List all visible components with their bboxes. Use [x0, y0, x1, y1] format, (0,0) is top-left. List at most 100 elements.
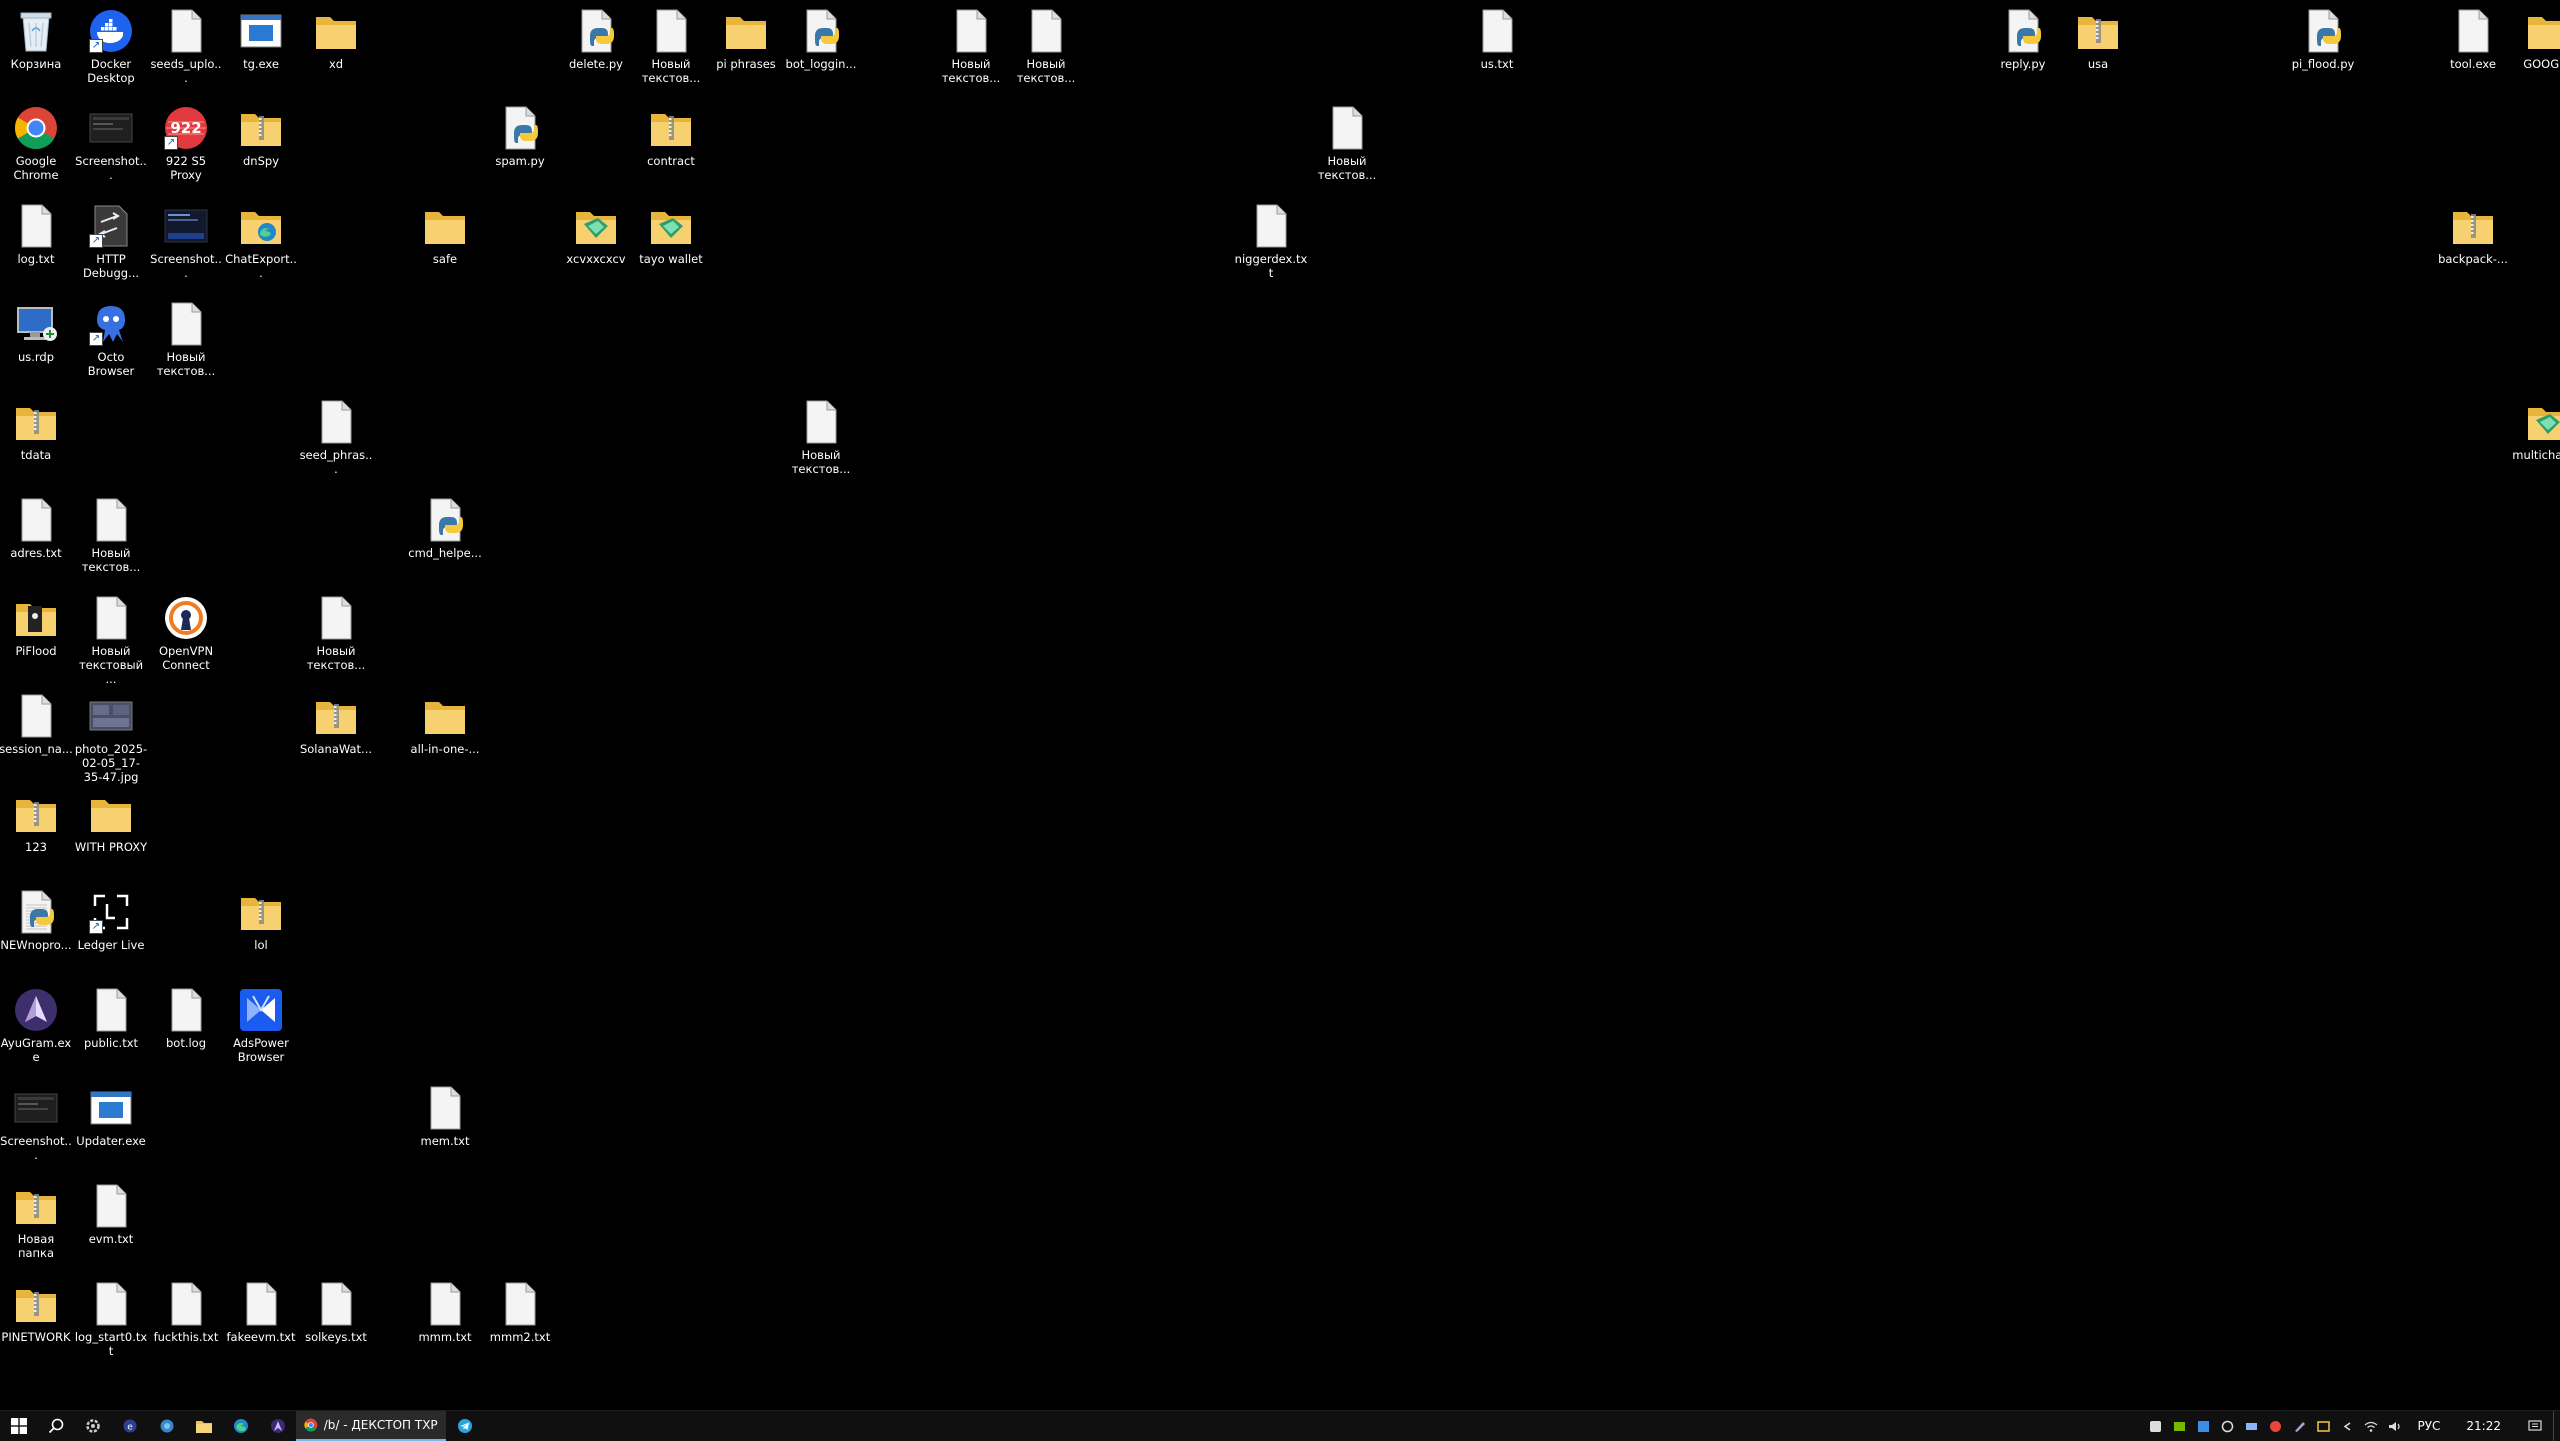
app2-icon[interactable] — [148, 1411, 185, 1441]
desktop-icon[interactable]: fakeevm.txt — [224, 1280, 298, 1344]
headset-icon[interactable] — [2215, 1411, 2239, 1441]
desktop-icon[interactable]: seeds_uplo... — [149, 7, 223, 85]
edge-icon[interactable] — [222, 1411, 259, 1441]
desktop-icon[interactable]: log_start0.txt — [74, 1280, 148, 1358]
desktop-icon[interactable]: ↗ Docker Desktop — [74, 7, 148, 85]
app3-icon[interactable] — [259, 1411, 296, 1441]
volume-icon[interactable] — [2383, 1411, 2407, 1441]
desktop-icon[interactable]: dnSpy — [224, 104, 298, 168]
desktop-icon[interactable]: cmd_helpe... — [408, 496, 482, 560]
desktop-icon[interactable]: solkeys.txt — [299, 1280, 373, 1344]
desktop-icon[interactable]: Новый текстов... — [784, 398, 858, 476]
folder-icon — [2524, 398, 2560, 446]
desktop-icon[interactable]: PiFlood — [0, 594, 73, 658]
desktop-icon[interactable]: GOOGLE — [2511, 7, 2560, 71]
svg-text:922: 922 — [170, 119, 201, 137]
desktop-icon[interactable]: us.txt — [1460, 7, 1534, 71]
settings-icon[interactable] — [74, 1411, 111, 1441]
red-app-icon[interactable] — [2263, 1411, 2287, 1441]
desktop-icon[interactable]: Google Chrome — [0, 104, 73, 182]
desktop-icon[interactable]: mmm.txt — [408, 1280, 482, 1344]
desktop-icon[interactable]: seed_phras... — [299, 398, 373, 476]
desktop-icon[interactable]: Новый текстов... — [1009, 7, 1083, 85]
desktop-icon[interactable]: us.rdp — [0, 300, 73, 364]
desktop-icon[interactable]: ↗ Ledger Live — [74, 888, 148, 952]
desktop-icon[interactable]: safe — [408, 202, 482, 266]
desktop-icon[interactable]: all-in-one-... — [408, 692, 482, 756]
desktop-icon[interactable]: Новый текстов... — [299, 594, 373, 672]
desktop-icon[interactable]: lol — [224, 888, 298, 952]
security-icon[interactable] — [2191, 1411, 2215, 1441]
desktop-icon[interactable]: AyuGram.exe — [0, 986, 73, 1064]
desktop-icon[interactable]: evm.txt — [74, 1182, 148, 1246]
desktop-icon[interactable]: Updater.exe — [74, 1084, 148, 1148]
desktop-icon[interactable]: 123 — [0, 790, 73, 854]
keyboard-language[interactable]: РУС — [2407, 1419, 2450, 1433]
desktop-icon[interactable]: tdata — [0, 398, 73, 462]
wifi-icon[interactable] — [2359, 1411, 2383, 1441]
wallet-tray-icon[interactable] — [2311, 1411, 2335, 1441]
desktop-icon[interactable]: Новый текстов... — [934, 7, 1008, 85]
desktop-icon[interactable]: PINETWORK — [0, 1280, 73, 1344]
desktop-icon[interactable]: adres.txt — [0, 496, 73, 560]
file-explorer-icon[interactable] — [185, 1411, 222, 1441]
desktop-icon[interactable]: backpack-... — [2436, 202, 2510, 266]
desktop-icon[interactable]: bot.log — [149, 986, 223, 1050]
desktop-icon[interactable]: tayo wallet — [634, 202, 708, 266]
desktop-icon[interactable]: Screenshot... — [74, 104, 148, 182]
pen-icon[interactable] — [2287, 1411, 2311, 1441]
desktop-icon[interactable]: Корзина — [0, 7, 73, 71]
desktop-icon[interactable]: SolanaWat... — [299, 692, 373, 756]
desktop-icon[interactable]: Новый текстов... — [74, 496, 148, 574]
desktop-icon[interactable]: photo_2025-02-05_17-35-47.jpg — [74, 692, 148, 784]
taskbar-chrome-window[interactable]: /b/ - ДЕКСТОП ТХРЕ... — [296, 1411, 446, 1441]
desktop-icon[interactable]: 922 ↗ 922 S5 Proxy — [149, 104, 223, 182]
desktop-icon[interactable]: Новая папка — [0, 1182, 73, 1260]
desktop-icon[interactable]: xd — [299, 7, 373, 71]
desktop-icon[interactable]: contract — [634, 104, 708, 168]
app-icon[interactable]: e — [111, 1411, 148, 1441]
desktop-icon-label: AyuGram.exe — [0, 1036, 72, 1064]
clock[interactable]: 21:22 — [2450, 1419, 2517, 1433]
telegram-icon[interactable] — [446, 1411, 483, 1441]
desktop-icon[interactable]: pi_flood.py — [2286, 7, 2360, 71]
desktop-icon[interactable]: multichain... — [2511, 398, 2560, 462]
nvidia-icon[interactable] — [2167, 1411, 2191, 1441]
desktop-icon[interactable]: reply.py — [1986, 7, 2060, 71]
notifications-icon[interactable] — [2517, 1411, 2553, 1441]
tray-app-icon[interactable] — [2143, 1411, 2167, 1441]
desktop-icon[interactable]: bot_loggin... — [784, 7, 858, 71]
desktop-icon[interactable]: Новый текстовый ... — [74, 594, 148, 686]
desktop-icon[interactable]: session_na... — [0, 692, 73, 756]
desktop-icon[interactable]: spam.py — [483, 104, 557, 168]
desktop-icon[interactable]: NEWnopro... — [0, 888, 73, 952]
desktop-icon[interactable]: ChatExport... — [224, 202, 298, 280]
desktop-icon[interactable]: fuckthis.txt — [149, 1280, 223, 1344]
desktop-icon[interactable]: mem.txt — [408, 1084, 482, 1148]
desktop-icon[interactable]: tg.exe — [224, 7, 298, 71]
search-icon[interactable] — [37, 1411, 74, 1441]
desktop-icon[interactable]: Screenshot... — [149, 202, 223, 280]
desktop-icon[interactable]: public.txt — [74, 986, 148, 1050]
desktop-icon[interactable]: WITH PROXY — [74, 790, 148, 854]
desktop-icon[interactable]: niggerdex.txt — [1234, 202, 1308, 280]
image-file-icon — [87, 692, 135, 740]
windows-start-icon[interactable] — [0, 1411, 37, 1441]
desktop-icon[interactable]: ↗ Octo Browser — [74, 300, 148, 378]
desktop-icon[interactable]: Новый текстов... — [149, 300, 223, 378]
desktop-icon[interactable]: delete.py — [559, 7, 633, 71]
desktop-icon[interactable]: mmm2.txt — [483, 1280, 557, 1344]
desktop-icon[interactable]: OpenVPN Connect — [149, 594, 223, 672]
desktop-icon[interactable]: ↗ HTTP Debugg... — [74, 202, 148, 280]
desktop-icon[interactable]: Screenshot... — [0, 1084, 73, 1162]
desktop-icon[interactable]: pi phrases — [709, 7, 783, 71]
desktop-icon[interactable]: AdsPower Browser — [224, 986, 298, 1064]
show-hidden-icons-icon[interactable] — [2335, 1411, 2359, 1441]
desktop-icon[interactable]: usa — [2061, 7, 2135, 71]
desktop-icon[interactable]: Новый текстов... — [634, 7, 708, 85]
desktop-icon[interactable]: tool.exe — [2436, 7, 2510, 71]
network-monitor-icon[interactable] — [2239, 1411, 2263, 1441]
desktop-icon[interactable]: log.txt — [0, 202, 73, 266]
desktop-icon[interactable]: xcvxxcxcv — [559, 202, 633, 266]
desktop-icon[interactable]: Новый текстов... — [1310, 104, 1384, 182]
